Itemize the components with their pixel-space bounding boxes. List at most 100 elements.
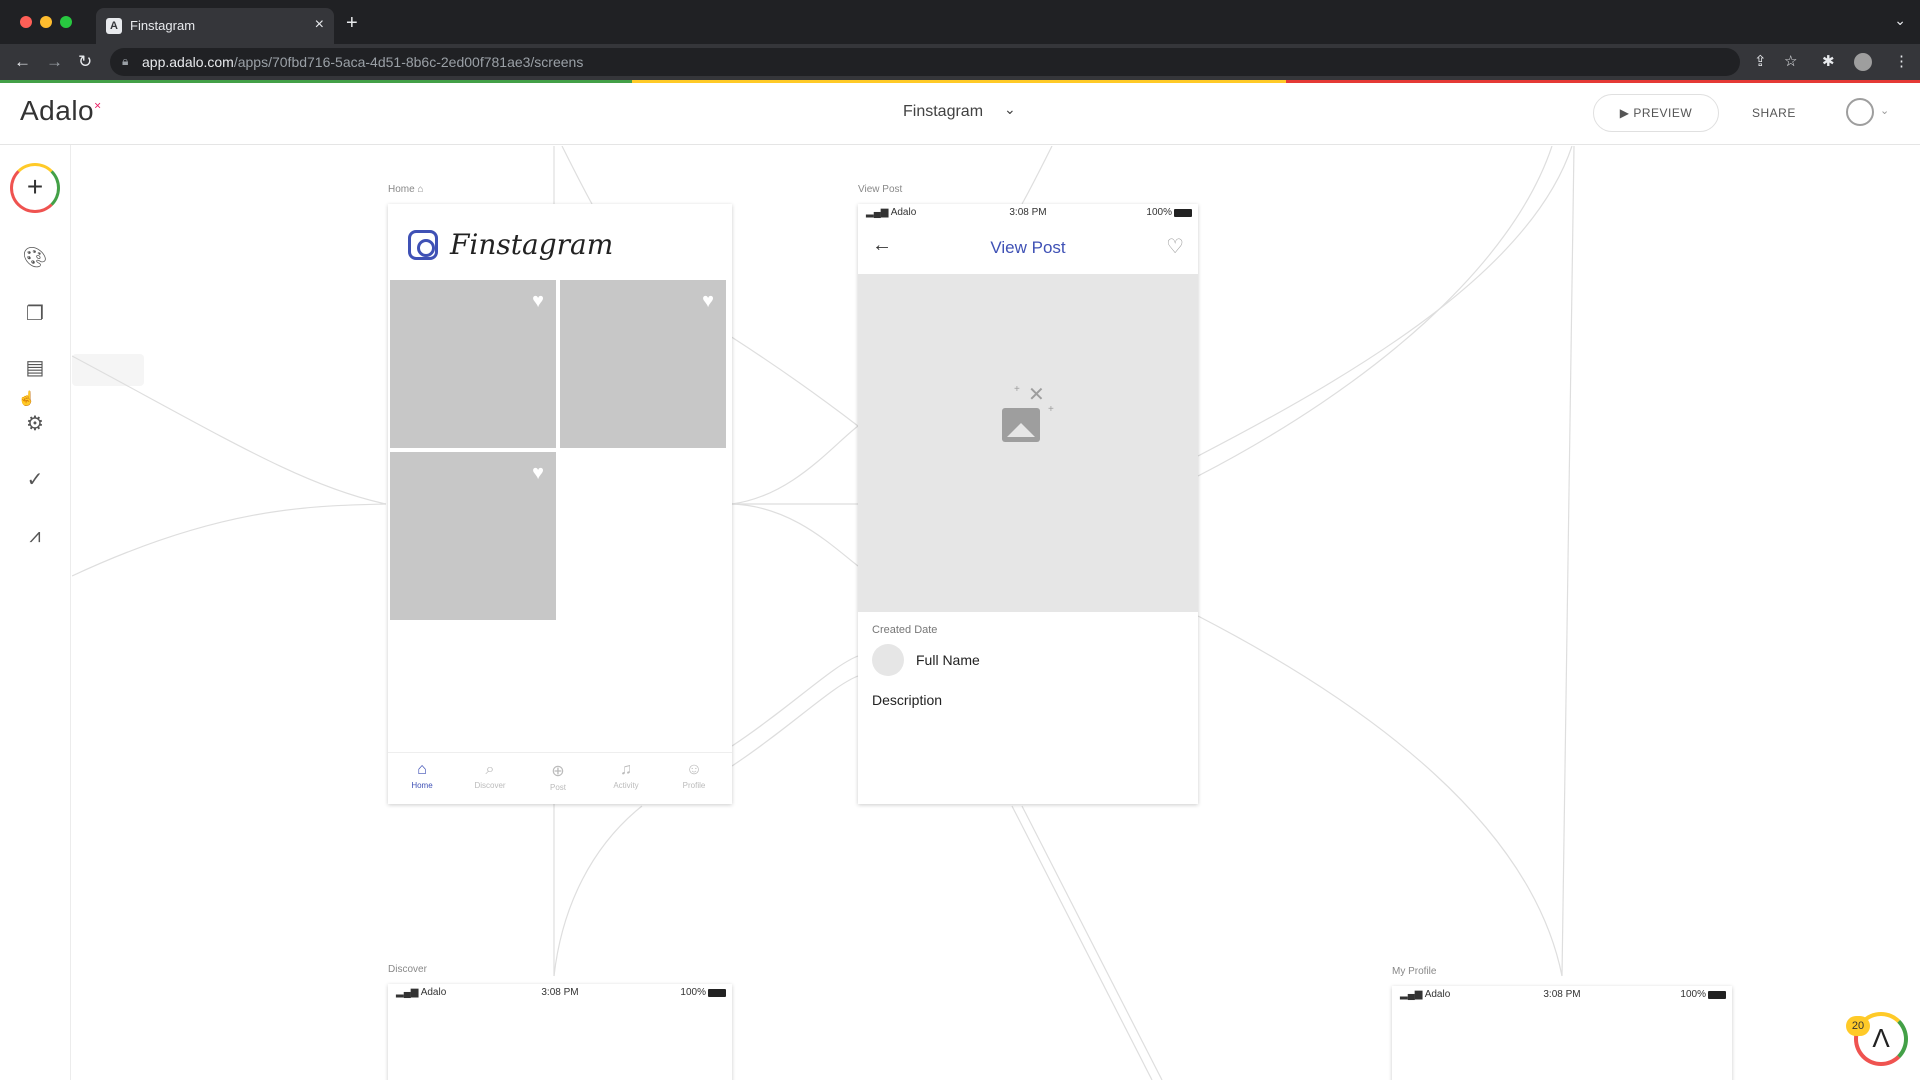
nav-item-label: Home (411, 781, 433, 790)
link-line (72, 355, 387, 505)
link-line (731, 425, 859, 505)
preview-button[interactable]: ▶ PREVIEW (1593, 94, 1719, 132)
instagram-logo-icon (408, 230, 438, 260)
nav-item-post[interactable]: ⊕ Post (528, 761, 588, 792)
nav-item-profile[interactable]: ☺ Profile (664, 761, 724, 790)
url-host: app.adalo.com (142, 54, 234, 70)
status-bar: ▂▄▆ Adalo 3:08 PM 100% (858, 204, 1198, 222)
app-name[interactable]: Finstagram (903, 103, 983, 121)
battery-icon (1174, 209, 1192, 217)
screens-icon[interactable]: ❐ (22, 301, 48, 327)
share-page-icon[interactable]: ⇪ (1754, 52, 1767, 70)
view-post-screen[interactable]: ▂▄▆ Adalo 3:08 PM 100% ← View Post ♡ ✕ +… (858, 204, 1198, 804)
url-text: app.adalo.com/apps/70fbd716-5aca-4d51-8b… (142, 54, 583, 70)
nav-item-label: Activity (613, 781, 639, 790)
settings-gear-icon[interactable]: ⚙ (22, 411, 48, 437)
tab-close-icon[interactable]: × (315, 16, 324, 34)
url-field[interactable]: 🔒︎ app.adalo.com/apps/70fbd716-5aca-4d51… (110, 48, 1740, 76)
forward-arrow-icon[interactable]: → (46, 52, 63, 72)
branding-palette-icon[interactable]: 🎨︎ (22, 245, 48, 271)
heart-icon[interactable]: ♥ (532, 462, 544, 485)
publish-check-icon[interactable]: ✓ (22, 467, 48, 493)
nav-item-label: Post (549, 783, 566, 792)
post-tile[interactable]: ♥ (560, 280, 726, 448)
bookmark-star-icon[interactable]: ☆ (1784, 52, 1797, 70)
adalo-a-icon: Λ (1872, 1023, 1890, 1053)
analytics-chart-icon[interactable]: ⩘ (22, 523, 48, 549)
battery-percent: 100% (1680, 989, 1706, 1000)
screens-canvas[interactable]: Home ⌂ Finstagram ♥ ♥ ♥ ⌂ Home ⌕ Discover … (72, 146, 1920, 1080)
created-date: Created Date (872, 624, 938, 636)
link-line (72, 503, 387, 577)
link-line (1197, 146, 1573, 457)
adalo-favicon-icon: A (106, 18, 122, 34)
link-line (1011, 805, 1153, 1080)
nav-item-discover[interactable]: ⌕ Discover (460, 761, 520, 790)
discover-screen[interactable]: ▂▄▆ Adalo 3:08 PM 100% (388, 984, 732, 1080)
sparkle-icon: + (1014, 384, 1020, 395)
home-screen-label[interactable]: Home ⌂ (388, 184, 424, 195)
close-window-button[interactable] (20, 16, 32, 28)
heart-icon[interactable]: ♥ (532, 290, 544, 313)
tab-title: Finstagram (130, 18, 196, 33)
link-line (1021, 805, 1163, 1080)
my-profile-screen[interactable]: ▂▄▆ Adalo 3:08 PM 100% (1392, 986, 1732, 1080)
lock-icon: 🔒︎ (122, 54, 129, 68)
status-bar: ▂▄▆ Adalo 3:08 PM 100% (1392, 986, 1732, 1004)
nav-item-home[interactable]: ⌂ Home (392, 761, 452, 790)
view-post-screen-label[interactable]: View Post (858, 184, 902, 195)
chevron-down-icon[interactable]: ⌄ (1004, 101, 1016, 118)
url-path: /apps/70fbd716-5aca-4d51-8b6c-2ed00f781a… (233, 54, 584, 70)
heart-icon[interactable]: ♥ (702, 290, 714, 313)
logo-mark-icon: × (94, 98, 102, 113)
sparkle-icon: + (1048, 404, 1054, 415)
address-bar-row: ← → ↻ 🔒︎ app.adalo.com/apps/70fbd716-5ac… (0, 44, 1920, 80)
browser-menu-icon[interactable]: ⋮ (1894, 52, 1909, 70)
post-tile[interactable]: ♥ (390, 280, 556, 448)
my-profile-screen-label[interactable]: My Profile (1392, 966, 1436, 977)
description: Description (872, 692, 943, 708)
nav-item-activity[interactable]: ♫ Activity (596, 761, 656, 790)
post-tile[interactable]: ♥ (390, 452, 556, 620)
battery-percent: 100% (680, 987, 706, 998)
account-avatar-icon[interactable] (1846, 98, 1874, 126)
view-post-title: View Post (990, 238, 1066, 257)
person-circle-icon: ☺ (685, 761, 703, 778)
nav-item-label: Profile (682, 781, 706, 790)
home-icon: ⌂ (417, 761, 427, 778)
adalo-logo[interactable]: Adalo× (20, 95, 102, 127)
database-icon[interactable]: ▤ (22, 355, 48, 381)
add-component-button[interactable]: + (10, 163, 60, 213)
profile-avatar-icon[interactable] (1854, 53, 1872, 71)
home-marker-icon: ⌂ (417, 184, 424, 195)
battery-percent: 100% (1146, 207, 1172, 218)
browser-tab-bar: A Finstagram × + ⌄ (0, 0, 1920, 44)
home-screen[interactable]: Finstagram ♥ ♥ ♥ ⌂ Home ⌕ Discover ⊕ Post ♫… (388, 204, 732, 804)
notification-count-badge: 20 (1846, 1016, 1870, 1036)
share-button[interactable]: SHARE (1752, 106, 1796, 120)
home-title: Finstagram (450, 228, 614, 261)
heart-outline-icon[interactable]: ♡ (1166, 234, 1184, 259)
bottom-navigation: ⌂ Home ⌕ Discover ⊕ Post ♫ Activity ☺ Profile (388, 752, 732, 804)
discover-screen-label[interactable]: Discover (388, 964, 427, 975)
post-image-placeholder[interactable]: ✕ + + (858, 274, 1198, 612)
minimize-window-button[interactable] (40, 16, 52, 28)
plus-circle-icon: ⊕ (551, 763, 565, 780)
home-screen-label-text: Home (388, 184, 415, 195)
nav-item-label: Discover (474, 781, 506, 790)
new-tab-button[interactable]: + (346, 12, 358, 35)
link-line (731, 503, 859, 567)
link-line (561, 146, 593, 205)
link-line (729, 335, 859, 427)
extensions-puzzle-icon[interactable]: ✱ (1822, 52, 1835, 70)
tab-search-icon[interactable]: ⌄ (1894, 12, 1906, 29)
link-line (1021, 146, 1053, 205)
link-line (1561, 146, 1575, 977)
browser-tab[interactable]: A Finstagram × (96, 8, 334, 44)
left-toolbar: + 🎨︎ ❐ ▤ ⚙ ✓ ⩘ ☝ (0, 145, 71, 1080)
back-arrow-icon[interactable]: ← (14, 52, 31, 72)
account-chevron-down-icon[interactable]: ⌄ (1880, 104, 1889, 117)
maximize-window-button[interactable] (60, 16, 72, 28)
reload-icon[interactable]: ↻ (78, 52, 92, 72)
sparkle-icon: ✕ (1028, 384, 1045, 406)
